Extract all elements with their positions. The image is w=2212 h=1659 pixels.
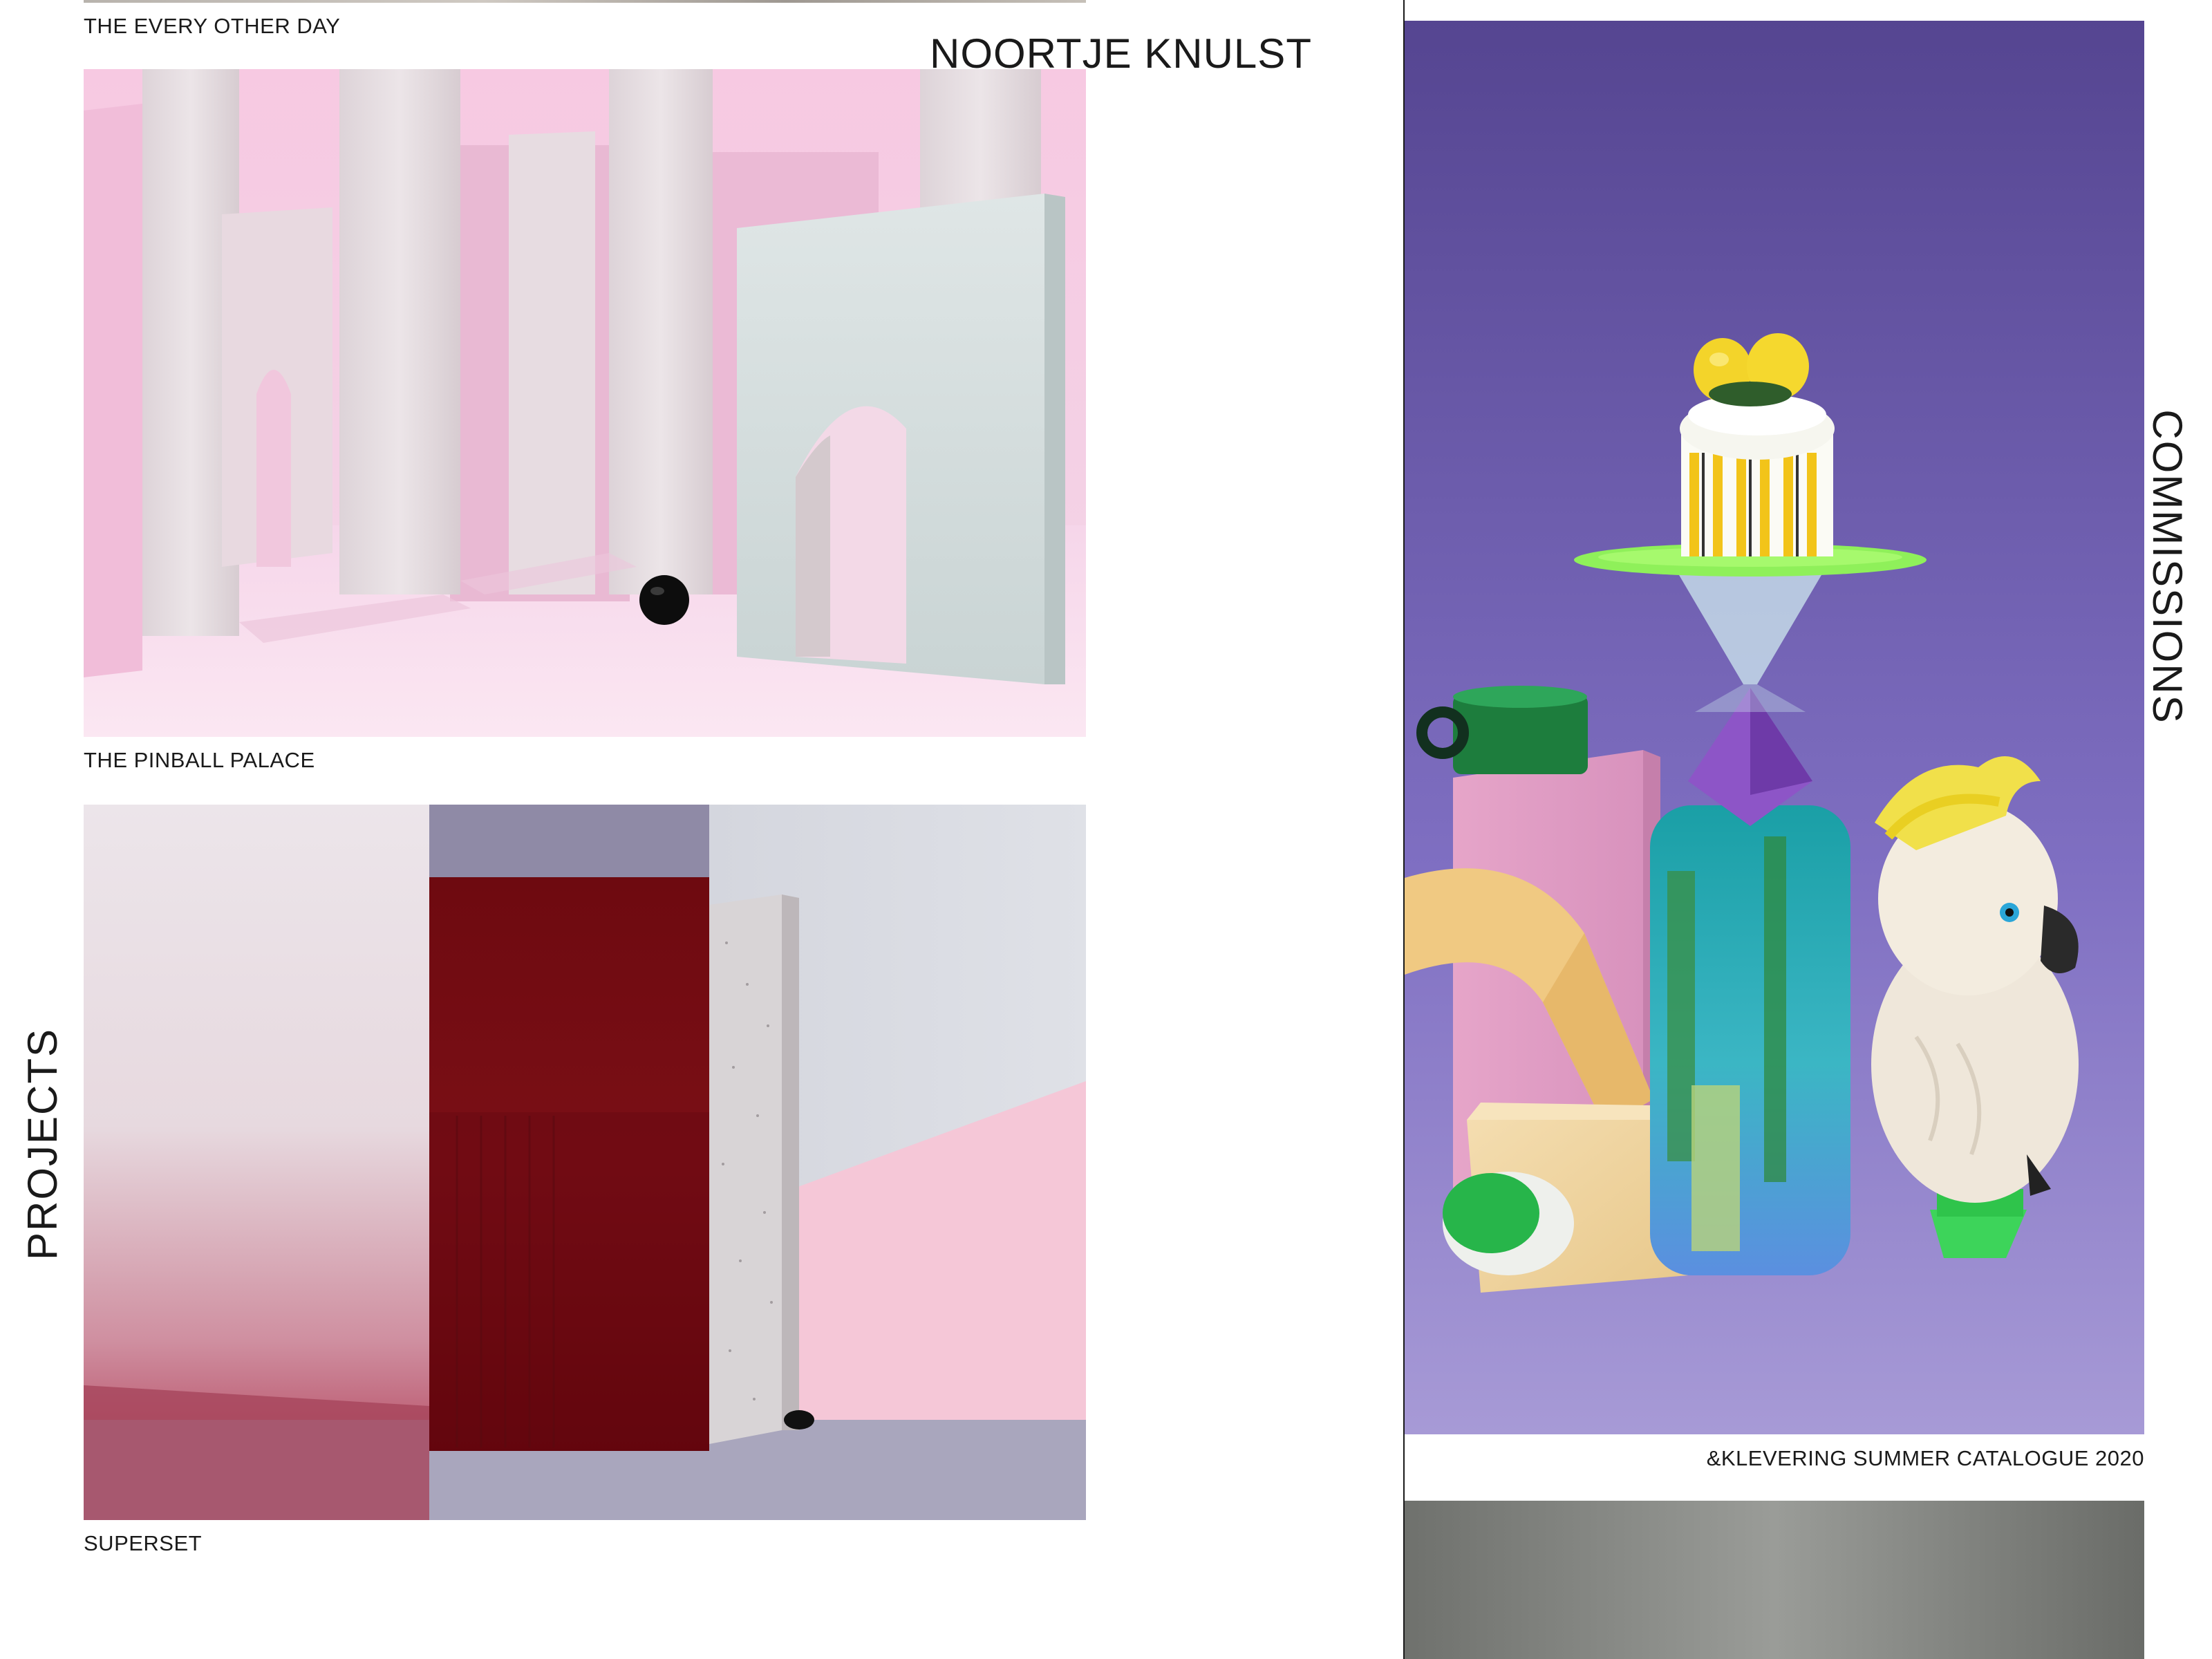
project-caption-pinball-palace[interactable]: THE PINBALL PALACE: [84, 749, 315, 771]
commission-image-klevering[interactable]: [1405, 21, 2144, 1434]
project-caption-superset[interactable]: SUPERSET: [84, 1533, 202, 1554]
previous-project-image-edge[interactable]: [84, 0, 1086, 3]
commissions-column: &KLEVERING SUMMER CATALOGUE 2020 COMMISS…: [1405, 0, 2212, 1659]
site-title[interactable]: NOORTJE KNULST: [930, 33, 1312, 75]
commission-image-next[interactable]: [1405, 1501, 2144, 1659]
project-image-pinball-palace[interactable]: [84, 69, 1086, 737]
projects-column: THE EVERY OTHER DAY THE PINBALL PALACE S…: [0, 0, 1404, 1659]
superset-illustration: [84, 805, 1086, 1520]
klevering-still-life-illustration: [1405, 21, 2144, 1434]
project-caption-every-other-day[interactable]: THE EVERY OTHER DAY: [84, 15, 340, 37]
page: THE EVERY OTHER DAY THE PINBALL PALACE S…: [0, 0, 2212, 1659]
nav-projects[interactable]: PROJECTS: [19, 1028, 66, 1260]
project-image-superset[interactable]: [84, 805, 1086, 1520]
commission-caption-klevering[interactable]: &KLEVERING SUMMER CATALOGUE 2020: [1707, 1447, 2144, 1469]
pinball-palace-illustration: [84, 69, 1086, 737]
next-commission-preview: [1405, 1501, 2144, 1659]
nav-commissions[interactable]: COMMISSIONS: [2144, 409, 2191, 724]
